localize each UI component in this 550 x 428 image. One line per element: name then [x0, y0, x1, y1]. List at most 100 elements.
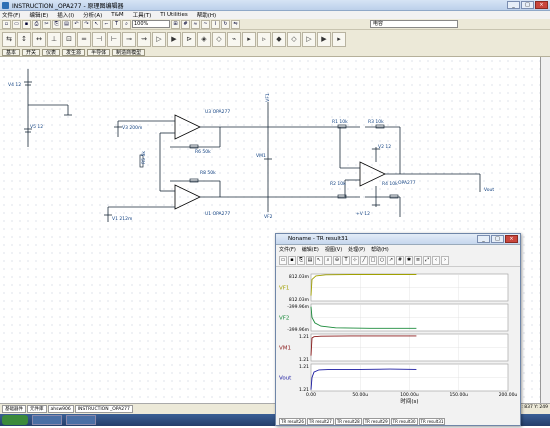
- new-file-icon[interactable]: ▫: [2, 19, 11, 29]
- component-icon[interactable]: ⊞: [171, 19, 180, 29]
- palette-component-21-icon[interactable]: ▶: [317, 31, 331, 47]
- sim-result-tab-27[interactable]: TR result27: [306, 418, 334, 425]
- sim-minimize-button[interactable]: _: [477, 235, 490, 243]
- transient-icon[interactable]: ⌇: [211, 19, 220, 29]
- sim-grid-icon[interactable]: #: [396, 255, 404, 265]
- copy-icon[interactable]: ⎘: [52, 19, 61, 29]
- menu-ti-utilities[interactable]: TI Utilities: [160, 12, 187, 18]
- wire-icon[interactable]: ⌐: [102, 19, 111, 29]
- sim-copy-icon[interactable]: ⎘: [297, 255, 305, 265]
- zoom-icon[interactable]: ⌕: [122, 19, 131, 29]
- redo-icon[interactable]: ↷: [82, 19, 91, 29]
- tab-meters[interactable]: 仪表: [42, 48, 61, 56]
- palette-component-8-icon[interactable]: ⊸: [122, 31, 136, 47]
- palette-component-16-icon[interactable]: ▸: [242, 31, 256, 47]
- save-icon[interactable]: ▪: [22, 19, 31, 29]
- palette-component-22-icon[interactable]: ▸: [332, 31, 346, 47]
- sim-result-tab-29[interactable]: TR result29: [362, 418, 390, 425]
- sim-cursor-icon[interactable]: ⊹: [351, 255, 359, 265]
- palette-component-15-icon[interactable]: ⌁: [227, 31, 241, 47]
- sim-menu-view[interactable]: 视图(V): [325, 246, 342, 253]
- sim-zoom-in-icon[interactable]: ⌕: [324, 255, 332, 265]
- grid-icon[interactable]: #: [181, 19, 190, 29]
- paste-icon[interactable]: ▤: [62, 19, 71, 29]
- sim-result-tab-31[interactable]: TR result31: [418, 418, 446, 425]
- undo-icon[interactable]: ↶: [72, 19, 81, 29]
- taskbar-app-2[interactable]: [66, 415, 96, 425]
- palette-component-2-icon[interactable]: ↔: [32, 31, 46, 47]
- menu-edit[interactable]: 编辑(E): [29, 11, 48, 19]
- palette-component-20-icon[interactable]: ▷: [302, 31, 316, 47]
- text-icon[interactable]: T: [112, 19, 121, 29]
- menu-help[interactable]: 帮助(H): [197, 11, 216, 19]
- sim-paste-icon[interactable]: ▤: [306, 255, 314, 265]
- palette-component-13-icon[interactable]: ◈: [197, 31, 211, 47]
- palette-component-19-icon[interactable]: ◇: [287, 31, 301, 47]
- close-button[interactable]: ×: [535, 1, 548, 9]
- ac-analysis-icon[interactable]: ~: [201, 19, 210, 29]
- cut-icon[interactable]: ✂: [42, 19, 51, 29]
- sim-result-tab-28[interactable]: TR result28: [334, 418, 362, 425]
- palette-component-5-icon[interactable]: ═: [77, 31, 91, 47]
- palette-component-3-icon[interactable]: ⊥: [47, 31, 61, 47]
- component-search-select[interactable]: 电容: [370, 20, 458, 28]
- mirror-icon[interactable]: ⇋: [231, 19, 240, 29]
- palette-component-11-icon[interactable]: ▶: [167, 31, 181, 47]
- sim-maximize-button[interactable]: □: [491, 235, 504, 243]
- sim-result-tab-26[interactable]: TR result26: [279, 418, 306, 425]
- tab-ahsw906[interactable]: ahsw906: [47, 404, 74, 413]
- palette-component-4-icon[interactable]: ⊡: [62, 31, 76, 47]
- transient-plot[interactable]: VF1812.03m 812.03m VF2 -399.96m -399.96m VM1 1…: [276, 268, 522, 428]
- palette-component-10-icon[interactable]: ▷: [152, 31, 166, 47]
- tab-instruction-opa277[interactable]: INSTRUCTION _OPA277: [74, 404, 133, 413]
- sim-menu-edit[interactable]: 编辑(E): [302, 246, 319, 253]
- sim-zoom-out-icon[interactable]: ⊖: [333, 255, 341, 265]
- pointer-icon[interactable]: ↖: [92, 19, 101, 29]
- sim-rect-icon[interactable]: □: [369, 255, 377, 265]
- rotate-icon[interactable]: ↻: [221, 19, 230, 29]
- sim-text-icon[interactable]: T: [342, 255, 350, 265]
- tab-library[interactable]: 元件库: [27, 404, 47, 413]
- dc-analysis-icon[interactable]: ≈: [191, 19, 200, 29]
- sim-line-icon[interactable]: ╱: [360, 255, 368, 265]
- menu-tools[interactable]: 工具(T): [133, 11, 152, 19]
- tab-manufacturer-models[interactable]: 制造商模型: [112, 48, 146, 56]
- tab-sources[interactable]: 发生源: [62, 48, 86, 56]
- sim-prev-icon[interactable]: ‹: [432, 255, 440, 265]
- taskbar-app-1[interactable]: [32, 415, 62, 425]
- menu-file[interactable]: 文件(F): [2, 11, 20, 19]
- minimize-button[interactable]: _: [507, 1, 520, 9]
- palette-component-14-icon[interactable]: ◇: [212, 31, 226, 47]
- sim-ellipse-icon[interactable]: ○: [378, 255, 386, 265]
- print-icon[interactable]: ⎙: [32, 19, 41, 29]
- sim-fit-icon[interactable]: ⤢: [423, 255, 431, 265]
- menu-tm[interactable]: T&M: [111, 12, 123, 18]
- palette-component-9-icon[interactable]: ⇝: [137, 31, 151, 47]
- palette-component-1-icon[interactable]: ↕: [17, 31, 31, 47]
- palette-component-18-icon[interactable]: ◆: [272, 31, 286, 47]
- sim-result-tab-30[interactable]: TR result30: [390, 418, 418, 425]
- sim-legend-icon[interactable]: ≡: [414, 255, 422, 265]
- palette-component-0-icon[interactable]: ⇆: [2, 31, 16, 47]
- tab-switches[interactable]: 开关: [22, 48, 41, 56]
- tab-basic-devices[interactable]: 基础器件: [2, 404, 26, 413]
- sim-close-button[interactable]: ×: [505, 235, 518, 243]
- sim-menu-help[interactable]: 帮助(H): [371, 246, 389, 253]
- tab-semiconductors[interactable]: 半导体: [87, 48, 111, 56]
- sim-save-icon[interactable]: ▪: [288, 255, 296, 265]
- sim-open-icon[interactable]: ▭: [279, 255, 287, 265]
- open-folder-icon[interactable]: ▭: [12, 19, 21, 29]
- zoom-select[interactable]: 100%: [132, 20, 170, 28]
- sim-marker-icon[interactable]: ✱: [405, 255, 413, 265]
- sim-menu-file[interactable]: 文件(F): [279, 246, 296, 253]
- menu-analysis[interactable]: 分析(A): [83, 11, 102, 19]
- palette-component-12-icon[interactable]: ⊳: [182, 31, 196, 47]
- sim-pointer-icon[interactable]: ↖: [315, 255, 323, 265]
- palette-component-6-icon[interactable]: ⊣: [92, 31, 106, 47]
- maximize-button[interactable]: □: [521, 1, 534, 9]
- sim-menu-process[interactable]: 处理(P): [348, 246, 365, 253]
- sim-next-icon[interactable]: ›: [441, 255, 449, 265]
- tab-basic[interactable]: 基本: [2, 48, 21, 56]
- vertical-scrollbar[interactable]: [541, 57, 550, 403]
- palette-component-7-icon[interactable]: ⊢: [107, 31, 121, 47]
